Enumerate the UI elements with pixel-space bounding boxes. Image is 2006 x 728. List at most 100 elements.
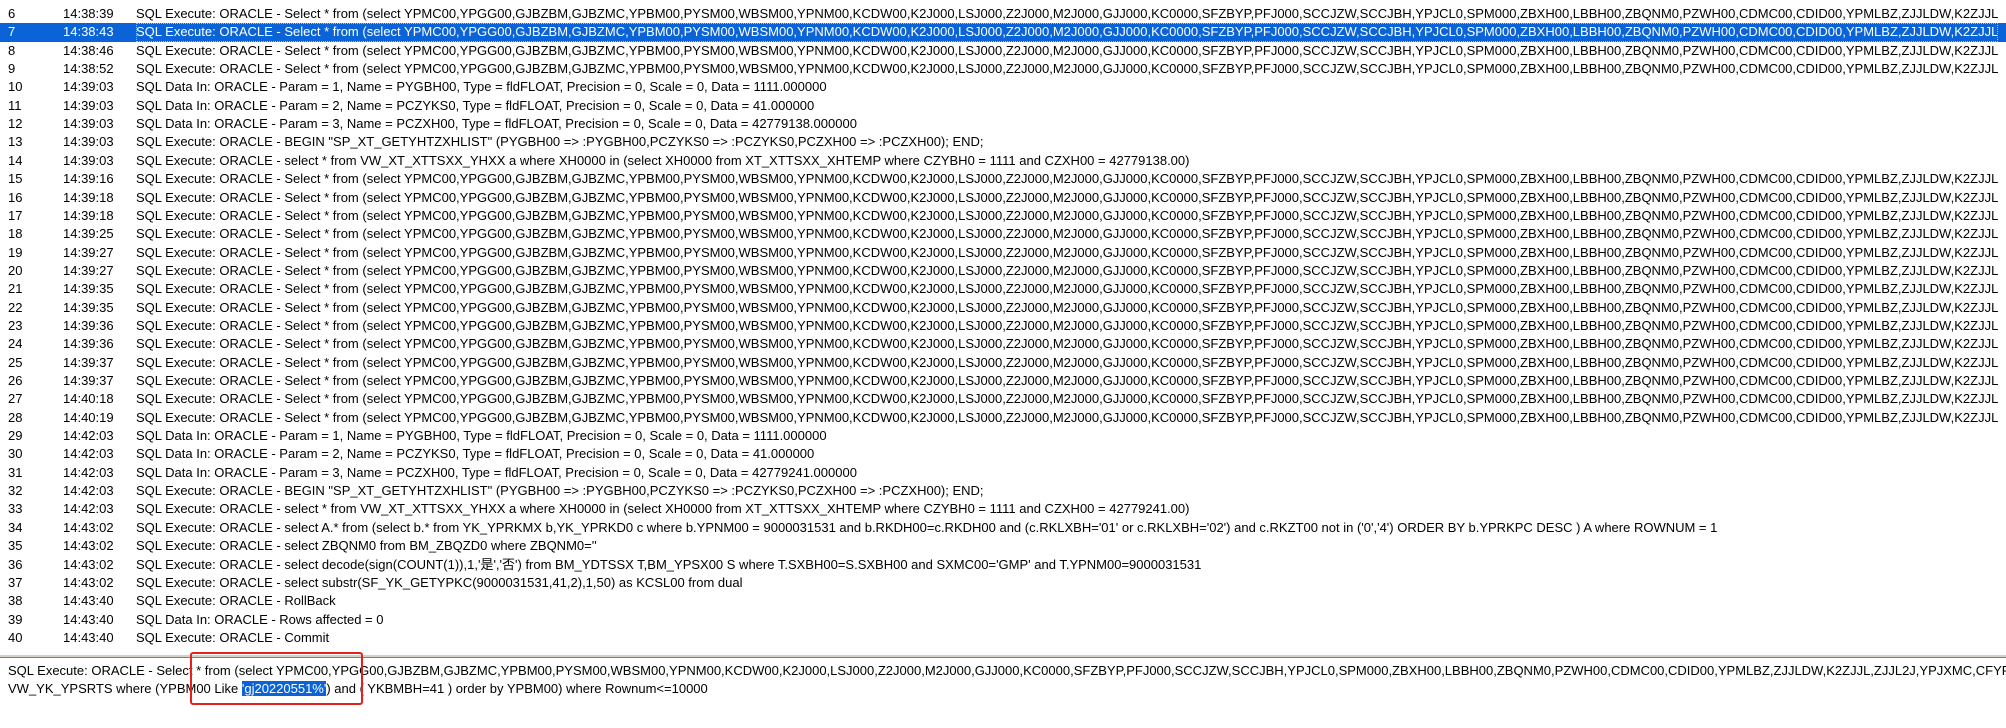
log-time-cell: 14:43:40 xyxy=(63,629,114,645)
log-num-cell: 12 xyxy=(8,116,23,132)
log-row[interactable]: 9 14:38:52 SQL Execute: ORACLE - Select * … xyxy=(0,60,2006,78)
log-time-cell: 14:43:02 xyxy=(63,538,114,554)
log-row[interactable]: 31 14:42:03 SQL Data In: ORACLE - Param = … xyxy=(0,464,2006,482)
log-num-cell: 32 xyxy=(8,483,23,499)
log-row[interactable]: 22 14:39:35 SQL Execute: ORACLE - Select *… xyxy=(0,299,2006,317)
log-row[interactable]: 39 14:43:40 SQL Data In: ORACLE - Rows aff… xyxy=(0,611,2006,629)
log-row[interactable]: 16 14:39:18 SQL Execute: ORACLE - Select *… xyxy=(0,189,2006,207)
log-row[interactable]: 23 14:39:36 SQL Execute: ORACLE - Select *… xyxy=(0,317,2006,335)
log-num-cell: 16 xyxy=(8,189,23,205)
log-row[interactable]: 21 14:39:35 SQL Execute: ORACLE - Select *… xyxy=(0,280,2006,298)
log-row-selected[interactable]: 7 14:38:43 SQL Execute: ORACLE - Select * … xyxy=(0,23,2006,42)
log-time-cell: 14:42:03 xyxy=(63,428,114,444)
log-row[interactable]: 35 14:43:02 SQL Execute: ORACLE - select Z… xyxy=(0,537,2006,555)
log-num-cell: 22 xyxy=(8,299,23,315)
log-msg-cell: SQL Execute: ORACLE - Select * from (sel… xyxy=(136,373,1999,388)
log-msg-cell: SQL Execute: ORACLE - Select * from (sel… xyxy=(136,336,1999,352)
log-time-cell: 14:39:36 xyxy=(63,336,114,352)
log-time-cell: 14:39:27 xyxy=(63,244,114,260)
sql-log-list[interactable]: 6 14:38:39 SQL Execute: ORACLE - Select * … xyxy=(0,0,2006,654)
log-row[interactable]: 17 14:39:18 SQL Execute: ORACLE - Select *… xyxy=(0,207,2006,225)
log-msg-cell: SQL Data In: ORACLE - Param = 2, Name = … xyxy=(136,446,815,462)
log-num-cell: 37 xyxy=(8,574,23,590)
log-num-cell: 17 xyxy=(8,207,23,223)
log-msg-cell: SQL Execute: ORACLE - Select * from (sel… xyxy=(136,354,1999,370)
detail-line-2-before: VW_YK_YPSRTS where (YPBM00 Like xyxy=(8,681,242,696)
log-row[interactable]: 20 14:39:27 SQL Execute: ORACLE - Select *… xyxy=(0,262,2006,280)
log-num-cell: 35 xyxy=(8,538,23,554)
log-msg-cell: SQL Execute: ORACLE - Select * from (sel… xyxy=(136,207,1999,223)
log-time-cell: 14:38:46 xyxy=(63,42,114,58)
log-num-cell: 13 xyxy=(8,134,23,150)
log-row[interactable]: 40 14:43:40 SQL Execute: ORACLE - Commit xyxy=(0,629,2006,647)
log-time-cell: 14:39:03 xyxy=(63,97,114,113)
log-time-cell: 14:39:03 xyxy=(63,152,114,168)
log-num-cell: 24 xyxy=(8,336,23,352)
log-num-cell: 40 xyxy=(8,629,23,645)
log-row[interactable]: 10 14:39:03 SQL Data In: ORACLE - Param = … xyxy=(0,78,2006,96)
log-row[interactable]: 36 14:43:02 SQL Execute: ORACLE - select d… xyxy=(0,556,2006,574)
log-msg-cell: SQL Data In: ORACLE - Param = 2, Name = … xyxy=(136,97,815,113)
sql-detail-pane[interactable]: SQL Execute: ORACLE - Select * from (sel… xyxy=(0,658,2006,728)
log-row[interactable]: 24 14:39:36 SQL Execute: ORACLE - Select *… xyxy=(0,335,2006,353)
log-row[interactable]: 13 14:39:03 SQL Execute: ORACLE - BEGIN "S… xyxy=(0,133,2006,151)
log-msg-cell: SQL Execute: ORACLE - select * from VW_X… xyxy=(136,152,1190,168)
log-msg-cell: SQL Data In: ORACLE - Param = 1, Name = … xyxy=(136,79,827,95)
detail-selected-text[interactable]: 'gj20220551%' xyxy=(241,681,327,696)
log-msg-cell: SQL Execute: ORACLE - Select * from (sel… xyxy=(136,391,1999,407)
log-num-cell: 30 xyxy=(8,446,23,462)
log-msg-cell: SQL Execute: ORACLE - Select * from (sel… xyxy=(136,299,1999,315)
log-row[interactable]: 34 14:43:02 SQL Execute: ORACLE - select A… xyxy=(0,519,2006,537)
log-msg-cell: SQL Execute: ORACLE - Select * from (sel… xyxy=(136,171,1999,187)
log-msg-cell: SQL Execute: ORACLE - select A.* from (s… xyxy=(136,519,1718,535)
log-row[interactable]: 38 14:43:40 SQL Execute: ORACLE - RollBack xyxy=(0,592,2006,610)
detail-line-2: VW_YK_YPSRTS where (YPBM00 Like 'gj20220… xyxy=(8,680,708,698)
log-time-cell: 14:43:02 xyxy=(63,574,114,590)
log-msg-cell: SQL Data In: ORACLE - Param = 1, Name = … xyxy=(136,428,827,444)
log-time-cell: 14:38:52 xyxy=(63,61,114,77)
log-msg-cell: SQL Execute: ORACLE - Select * from (sel… xyxy=(136,244,1999,260)
log-row[interactable]: 18 14:39:25 SQL Execute: ORACLE - Select *… xyxy=(0,225,2006,243)
log-msg-cell: SQL Execute: ORACLE - Select * from (sel… xyxy=(136,262,1999,278)
log-num-cell: 39 xyxy=(8,611,23,627)
log-row[interactable]: 29 14:42:03 SQL Data In: ORACLE - Param = … xyxy=(0,427,2006,445)
log-msg-cell: SQL Execute: ORACLE - Commit xyxy=(136,629,330,645)
log-row[interactable]: 32 14:42:03 SQL Execute: ORACLE - BEGIN "S… xyxy=(0,482,2006,500)
log-time-cell: 14:40:19 xyxy=(63,409,114,425)
log-row[interactable]: 27 14:40:18 SQL Execute: ORACLE - Select *… xyxy=(0,390,2006,408)
log-time-cell: 14:38:39 xyxy=(63,6,114,21)
log-msg-cell: SQL Execute: ORACLE - select * from VW_X… xyxy=(136,501,1190,517)
log-row[interactable]: 28 14:40:19 SQL Execute: ORACLE - Select *… xyxy=(0,409,2006,427)
log-row[interactable]: 26 14:39:37 SQL Execute: ORACLE - Select *… xyxy=(0,372,2006,390)
log-msg-cell: SQL Execute: ORACLE - RollBack xyxy=(136,593,336,609)
log-num-cell: 33 xyxy=(8,501,23,517)
log-msg-cell: SQL Data In: ORACLE - Rows affected = 0 xyxy=(136,611,384,627)
log-num-cell: 38 xyxy=(8,593,23,609)
log-row[interactable]: 6 14:38:39 SQL Execute: ORACLE - Select * … xyxy=(0,5,2006,23)
log-num-cell: 25 xyxy=(8,354,23,370)
log-row[interactable]: 11 14:39:03 SQL Data In: ORACLE - Param = … xyxy=(0,97,2006,115)
log-row[interactable]: 30 14:42:03 SQL Data In: ORACLE - Param = … xyxy=(0,445,2006,463)
log-row[interactable]: 37 14:43:02 SQL Execute: ORACLE - select s… xyxy=(0,574,2006,592)
log-msg-cell: SQL Execute: ORACLE - Select * from (sel… xyxy=(136,23,1999,42)
log-time-cell: 14:42:03 xyxy=(63,464,114,480)
log-num-cell: 8 xyxy=(8,42,16,58)
log-row[interactable]: 33 14:42:03 SQL Execute: ORACLE - select *… xyxy=(0,500,2006,518)
log-time-cell: 14:39:36 xyxy=(63,317,114,333)
log-row[interactable]: 8 14:38:46 SQL Execute: ORACLE - Select * … xyxy=(0,42,2006,60)
log-num-cell: 26 xyxy=(8,373,23,388)
log-row[interactable]: 12 14:39:03 SQL Data In: ORACLE - Param = … xyxy=(0,115,2006,133)
detail-line-2-after: ) and ( YKBMBH=41 ) order by YPBM00) whe… xyxy=(326,681,708,696)
log-row[interactable]: 15 14:39:16 SQL Execute: ORACLE - Select *… xyxy=(0,170,2006,188)
log-num-cell: 27 xyxy=(8,391,23,407)
log-num-cell: 9 xyxy=(8,61,16,77)
log-row[interactable]: 25 14:39:37 SQL Execute: ORACLE - Select *… xyxy=(0,354,2006,372)
log-time-cell: 14:39:03 xyxy=(63,79,114,95)
log-row[interactable]: 14 14:39:03 SQL Execute: ORACLE - select *… xyxy=(0,152,2006,170)
detail-line-1: SQL Execute: ORACLE - Select * from (sel… xyxy=(8,663,2006,678)
log-row[interactable]: 19 14:39:27 SQL Execute: ORACLE - Select *… xyxy=(0,244,2006,262)
log-num-cell: 23 xyxy=(8,317,23,333)
log-msg-cell: SQL Execute: ORACLE - select substr(SF_Y… xyxy=(136,574,743,590)
log-num-cell: 6 xyxy=(8,6,16,21)
log-time-cell: 14:43:40 xyxy=(63,593,114,609)
